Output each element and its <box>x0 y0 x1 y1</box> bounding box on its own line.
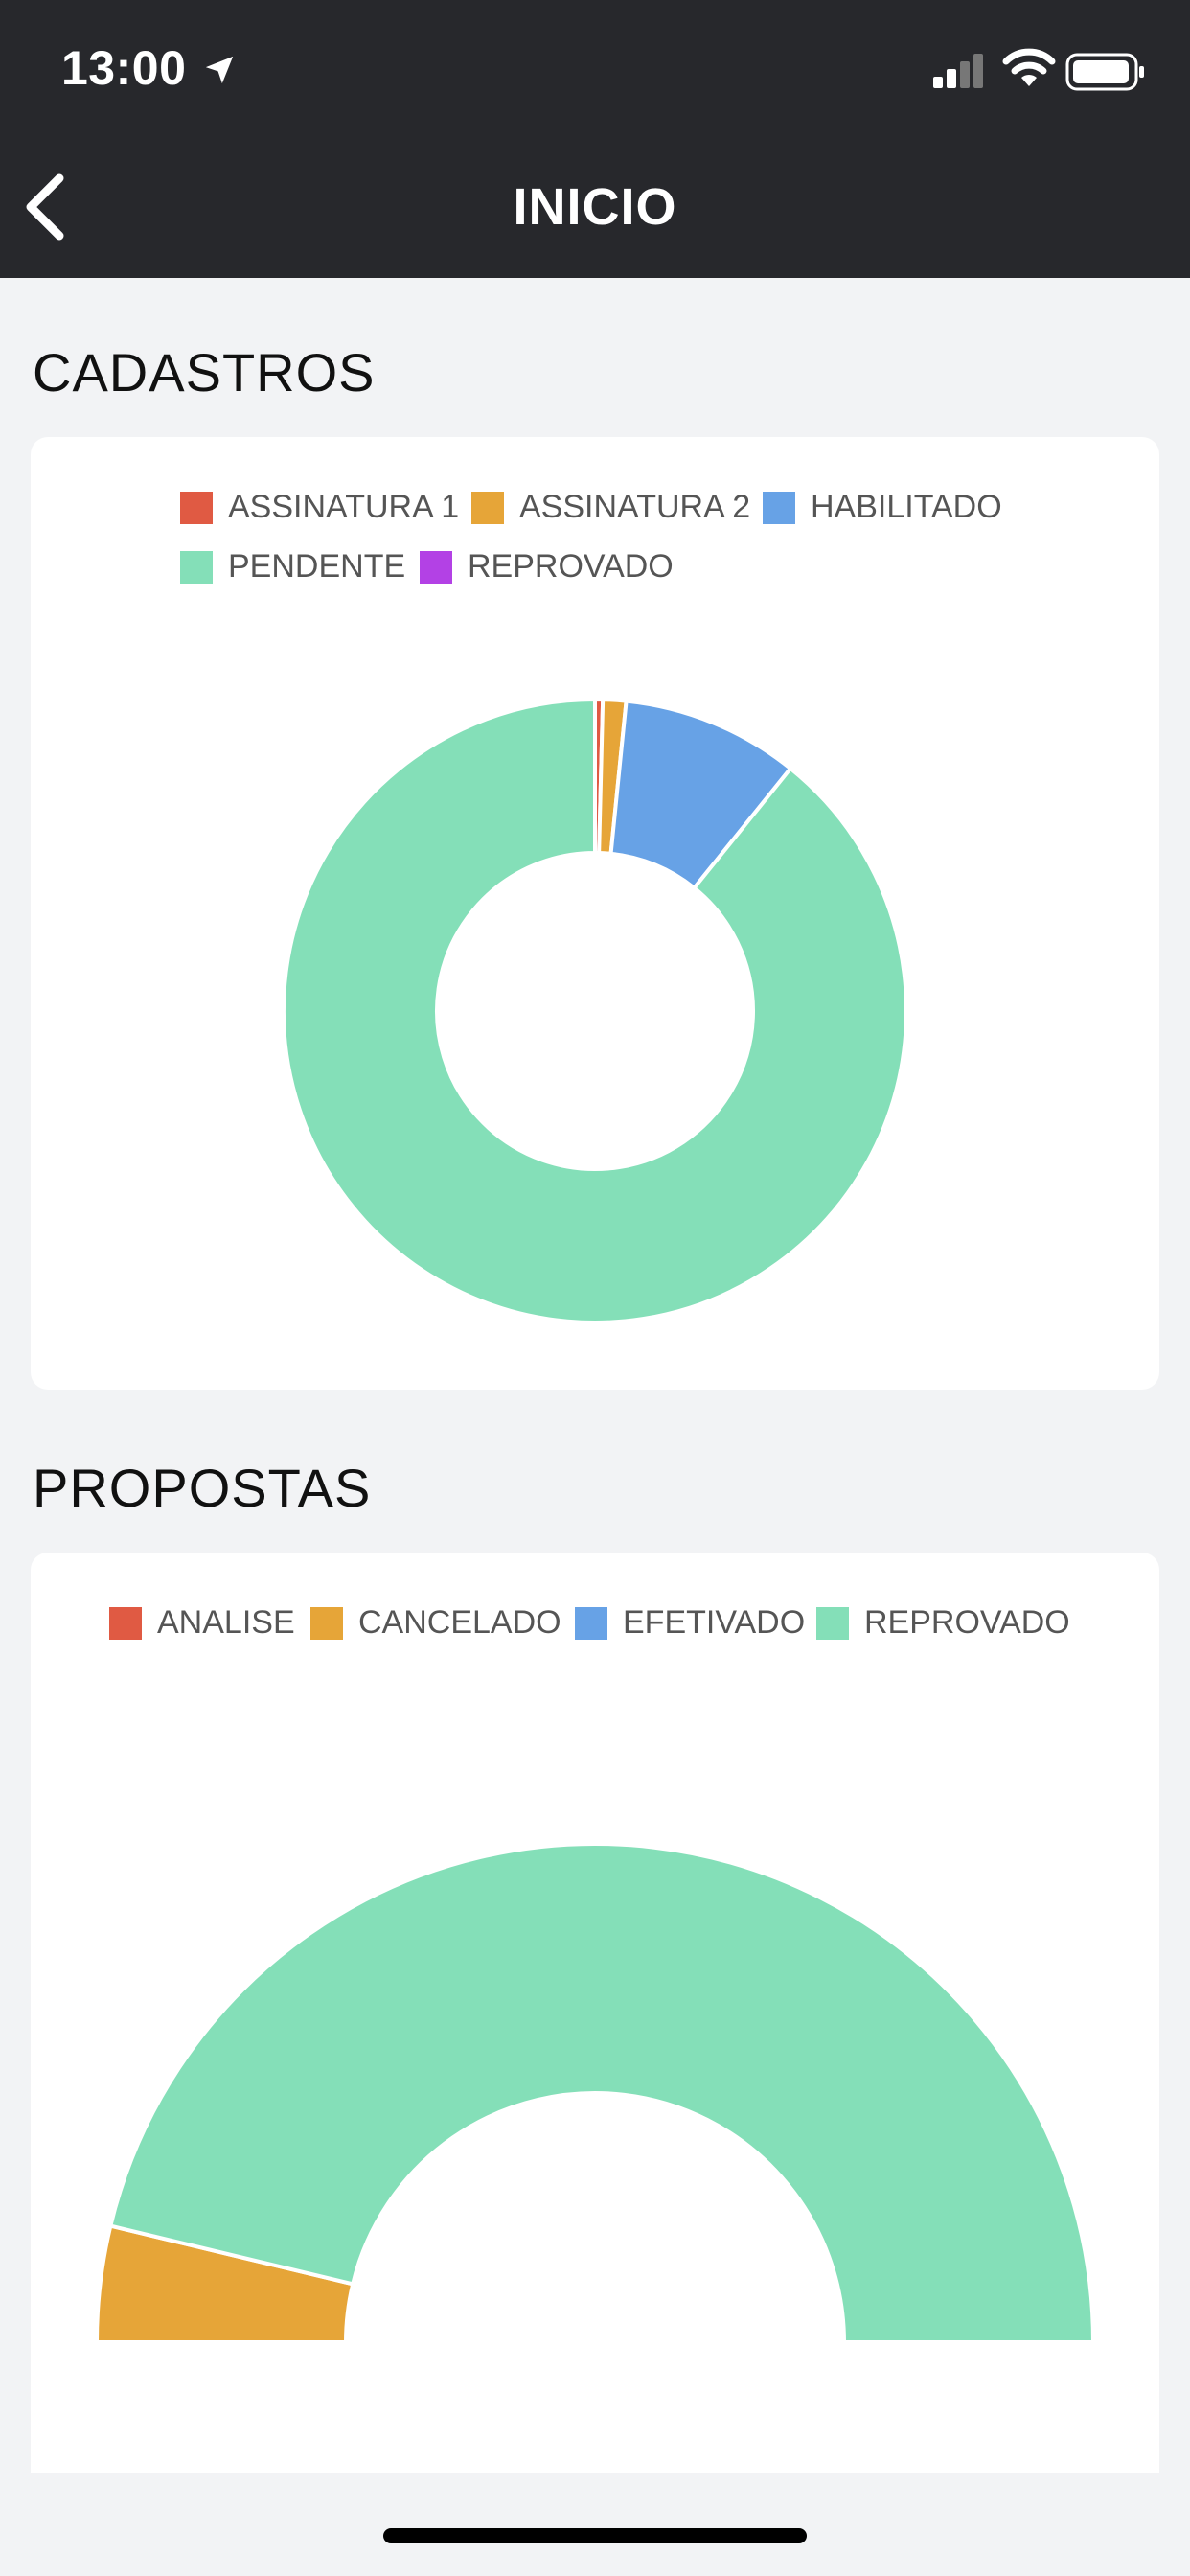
section-title-propostas: PROPOSTAS <box>33 1458 372 1518</box>
propostas-chart-card: ANALISE CANCELADO EFETIVADO REPROVADO <box>31 1552 1159 2472</box>
section-title-cadastros: CADASTROS <box>33 342 376 402</box>
cadastros-chart-card: ASSINATURA 1 ASSINATURA 2 HABILITADO PEN… <box>31 437 1159 1390</box>
cadastros-doughnut-chart <box>282 697 908 1324</box>
location-arrow-icon <box>205 56 234 84</box>
battery-icon <box>1065 53 1144 91</box>
slice-pendente[interactable] <box>282 697 908 1324</box>
page-title: INICIO <box>513 178 677 236</box>
wifi-icon <box>1002 48 1056 86</box>
home-indicator <box>383 2528 807 2543</box>
navigation-bar: 13:00 INICIO <box>0 0 1190 278</box>
propostas-half-doughnut-chart <box>94 1842 1096 2344</box>
cellular-signal-icon <box>933 54 983 88</box>
status-time: 13:00 <box>61 41 187 95</box>
